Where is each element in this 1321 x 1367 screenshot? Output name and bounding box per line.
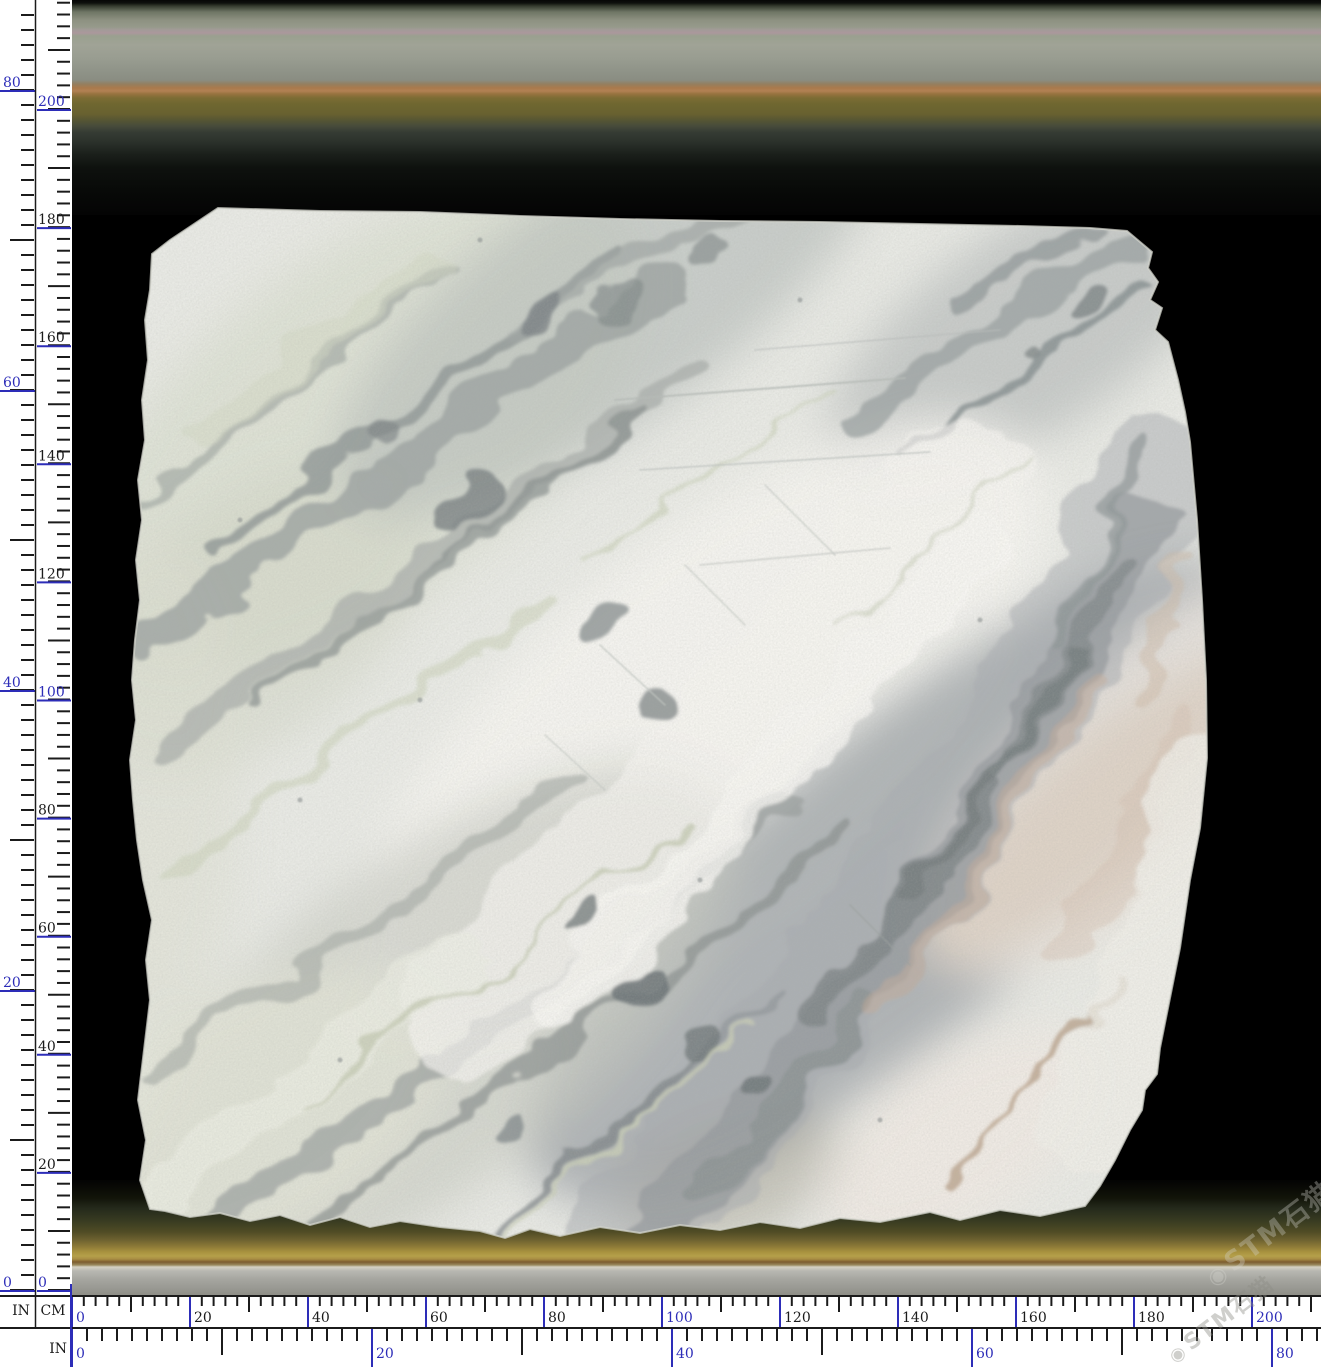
ruler-label: 100 — [38, 685, 65, 701]
ruler-label: 60 — [430, 1310, 448, 1326]
ruler-label: 0 — [38, 1275, 47, 1291]
ruler-label: 40 — [3, 675, 21, 691]
ruler-label: 40 — [312, 1310, 330, 1326]
ruler-label: 40 — [676, 1346, 694, 1362]
ruler-label: 20 — [3, 975, 21, 991]
scanner-bed-top-edge — [72, 0, 1321, 215]
vertical-ruler-cm-header: CM — [38, 1303, 68, 1319]
ruler-label: 160 — [1020, 1310, 1047, 1326]
bottom-ruler-background — [0, 1296, 1321, 1367]
ruler-label: 20 — [376, 1346, 394, 1362]
slab-scan-viewport: 0204060800204060801001201401601802000204… — [0, 0, 1321, 1367]
scanner-bed-bottom-edge — [72, 1180, 1321, 1296]
ruler-label: 80 — [548, 1310, 566, 1326]
ruler-label: 0 — [76, 1310, 85, 1326]
ruler-label: 120 — [38, 566, 65, 582]
watermark-logo-icon: ◉ — [1166, 1341, 1192, 1367]
ruler-label: 80 — [38, 803, 56, 819]
ruler-label: 20 — [38, 1157, 56, 1173]
ruler-label: 200 — [1256, 1310, 1283, 1326]
ruler-label: 0 — [76, 1346, 85, 1362]
horizontal-ruler-inch-header: IN — [34, 1341, 67, 1357]
ruler-label: 0 — [3, 1275, 12, 1291]
ruler-label: 60 — [38, 921, 56, 937]
ruler-label: 140 — [902, 1310, 929, 1326]
ruler-label: 60 — [976, 1346, 994, 1362]
left-ruler-background — [0, 0, 72, 1296]
ruler-label: 140 — [38, 448, 65, 464]
ruler-label: 100 — [666, 1310, 693, 1326]
ruler-label: 180 — [38, 212, 65, 228]
ruler-label: 20 — [194, 1310, 212, 1326]
ruler-label: 40 — [38, 1039, 56, 1055]
ruler-label: 60 — [3, 375, 21, 391]
vertical-ruler-inch-header: IN — [6, 1303, 36, 1319]
ruler-label: 200 — [38, 94, 65, 110]
ruler-label: 80 — [1276, 1346, 1294, 1362]
ruler-label: 80 — [3, 75, 21, 91]
ruler-label: 160 — [38, 330, 65, 346]
ruler-label: 180 — [1138, 1310, 1165, 1326]
scan-photo-area — [72, 0, 1321, 1296]
ruler-label: 120 — [784, 1310, 811, 1326]
